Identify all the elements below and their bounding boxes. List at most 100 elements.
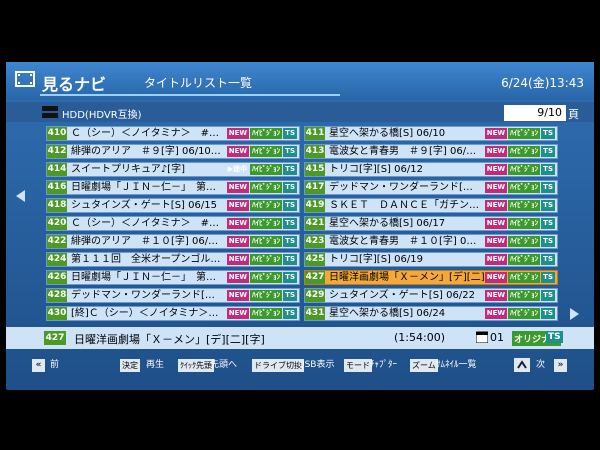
quick-start-label: 先頭へ bbox=[210, 360, 238, 370]
ts-badge: TS bbox=[541, 236, 555, 247]
prev-page-icon[interactable]: « bbox=[32, 359, 45, 372]
badges: NEW ﾊｲﾋﾞｼﾞｮﾝ TS bbox=[484, 236, 555, 247]
hd-badge: ﾊｲﾋﾞｼﾞｮﾝ bbox=[508, 272, 541, 283]
drive-switch-key[interactable]: ドライブ切換 bbox=[252, 359, 304, 372]
badges: NEW ﾊｲﾋﾞｼﾞｮﾝ TS bbox=[484, 290, 555, 301]
ts-badge: TS bbox=[283, 146, 297, 157]
title-item[interactable]: 417 デッドマン・ワンダーランド[… NEW ﾊｲﾋﾞｼﾞｮﾝ TS bbox=[304, 180, 558, 195]
title-item[interactable]: 429 シュタインズ・ゲート[S] 06/22 NEW ﾊｲﾋﾞｼﾞｮﾝ TS bbox=[304, 288, 558, 303]
title-item[interactable]: 410 Ｃ（シー）＜ノイタミナ＞ #… NEW ﾊｲﾋﾞｼﾞｮﾝ TS bbox=[46, 126, 300, 141]
badges: NEW ﾊｲﾋﾞｼﾞｮﾝ TS bbox=[484, 254, 555, 265]
title-item[interactable]: 431 星空へ架かる橋[S] 06/24 NEW ﾊｲﾋﾞｼﾞｮﾝ TS bbox=[304, 306, 558, 321]
badges: NEW ﾊｲﾋﾞｼﾞｮﾝ TS bbox=[484, 218, 555, 229]
page-unit: 頁 bbox=[568, 108, 579, 121]
badges: NEW ﾊｲﾋﾞｼﾞｮﾝ TS bbox=[226, 146, 297, 157]
hd-badge: ﾊｲﾋﾞｼﾞｮﾝ bbox=[508, 308, 541, 319]
badges: NEW ﾊｲﾋﾞｼﾞｮﾝ TS bbox=[226, 272, 297, 283]
hd-badge: ﾊｲﾋﾞｼﾞｮﾝ bbox=[250, 308, 283, 319]
tv-screen: 見るナビ タイトルリスト一覧 6/24(金)13:43 HDD(HDVR互換) … bbox=[6, 62, 594, 390]
title-number: 427 bbox=[305, 271, 325, 284]
badges: NEW ﾊｲﾋﾞｼﾞｮﾝ TS bbox=[226, 236, 297, 247]
quick-start-key[interactable]: ｸｲｯｸ先頭 bbox=[178, 359, 214, 372]
badges: NEW ﾊｲﾋﾞｼﾞｮﾝ TS bbox=[226, 218, 297, 229]
next-label: 次 bbox=[536, 360, 546, 370]
new-badge: NEW bbox=[484, 164, 508, 175]
ts-badge: TS bbox=[283, 272, 297, 283]
hd-badge: ﾊｲﾋﾞｼﾞｮﾝ bbox=[508, 164, 541, 175]
hd-badge: ﾊｲﾋﾞｼﾞｮﾝ bbox=[508, 128, 541, 139]
decide-key[interactable]: 決定 bbox=[120, 359, 140, 372]
title-text: シュタインズ・ゲート[S] 06/22 bbox=[329, 290, 475, 301]
app-name: 見るナビ bbox=[42, 75, 107, 94]
title-item[interactable]: 412 緋弾のアリア ＃９[字] 06/10… NEW ﾊｲﾋﾞｼﾞｮﾝ TS bbox=[46, 144, 300, 159]
title-item[interactable]: 430 [終]Ｃ（シー）＜ノイタミナ＞… NEW ﾊｲﾋﾞｼﾞｮﾝ TS bbox=[46, 306, 300, 321]
page-indicator: 9/10 bbox=[504, 105, 566, 121]
info-duration: (1:54:00) bbox=[394, 331, 445, 344]
title-number: 426 bbox=[47, 271, 67, 284]
hd-badge: ﾊｲﾋﾞｼﾞｮﾝ bbox=[508, 290, 541, 301]
ts-badge: TS bbox=[541, 272, 555, 283]
ts-badge: TS bbox=[283, 308, 297, 319]
ts-badge: TS bbox=[541, 146, 555, 157]
title-item[interactable]: 425 トリコ[字][S] 06/19 NEW ﾊｲﾋﾞｼﾞｮﾝ TS bbox=[304, 252, 558, 267]
title-item[interactable]: 415 トリコ[字][S] 06/12 NEW ﾊｲﾋﾞｼﾞｮﾝ TS bbox=[304, 162, 558, 177]
ts-badge: TS bbox=[541, 128, 555, 139]
playing-badge: ▶途中 bbox=[227, 165, 248, 173]
title-text: 電波女と青春男 ＃１０[字] 0… bbox=[329, 236, 477, 247]
title-item[interactable]: 426 日曜劇場「ＪＩＮ－仁－」 第… NEW ﾊｲﾋﾞｼﾞｮﾝ TS bbox=[46, 270, 300, 285]
mode-key[interactable]: モード bbox=[344, 359, 372, 372]
title-number: 422 bbox=[47, 235, 67, 248]
title-number: 415 bbox=[305, 163, 325, 176]
title-item[interactable]: 427 日曜洋画劇場「Ｘ－メン」[デ][二]… NEW ﾊｲﾋﾞｼﾞｮﾝ TS bbox=[304, 270, 558, 285]
title-item[interactable]: 411 星空へ架かる橋[S] 06/10 NEW ﾊｲﾋﾞｼﾞｮﾝ TS bbox=[304, 126, 558, 141]
decide-label: 再生 bbox=[146, 360, 165, 370]
new-badge: NEW bbox=[484, 272, 508, 283]
title-item[interactable]: 423 電波女と青春男 ＃１０[字] 0… NEW ﾊｲﾋﾞｼﾞｮﾝ TS bbox=[304, 234, 558, 249]
next-page-arrow[interactable] bbox=[570, 308, 579, 320]
title-number: 424 bbox=[47, 253, 67, 266]
title-number: 411 bbox=[305, 127, 325, 140]
next-page-icon[interactable]: » bbox=[554, 359, 567, 372]
title-item[interactable]: 428 デッドマン・ワンダーランド[… NEW ﾊｲﾋﾞｼﾞｮﾝ TS bbox=[46, 288, 300, 303]
title-item[interactable]: 413 電波女と青春男 ＃９[字] 06/… NEW ﾊｲﾋﾞｼﾞｮﾝ TS bbox=[304, 144, 558, 159]
badges: NEW ﾊｲﾋﾞｼﾞｮﾝ TS bbox=[226, 128, 297, 139]
screen-title: タイトルリスト一覧 bbox=[144, 76, 253, 90]
title-text: スイートプリキュア♪[字] bbox=[71, 164, 185, 175]
ts-badge: TS bbox=[541, 218, 555, 229]
title-number: 429 bbox=[305, 289, 325, 302]
title-item[interactable]: 421 星空へ架かる橋[S] 06/17 NEW ﾊｲﾋﾞｼﾞｮﾝ TS bbox=[304, 216, 558, 231]
hd-badge: ﾊｲﾋﾞｼﾞｮﾝ bbox=[250, 182, 283, 193]
ts-badge: TS bbox=[283, 200, 297, 211]
ts-badge: TS bbox=[546, 331, 563, 343]
badges: ▶途中 ﾊｲﾋﾞｼﾞｮﾝ TS bbox=[226, 164, 297, 175]
zoom-key[interactable]: ズーム bbox=[410, 359, 438, 372]
new-badge: NEW bbox=[226, 254, 250, 265]
new-badge: NEW bbox=[484, 146, 508, 157]
prev-page-arrow[interactable] bbox=[16, 190, 25, 202]
title-text: シュタインズ・ゲート[S] 06/15 bbox=[71, 200, 217, 211]
title-item[interactable]: 419 ＳＫＥＴ ＤＡＮＣＥ「ガチン… NEW ﾊｲﾋﾞｼﾞｮﾝ TS bbox=[304, 198, 558, 213]
title-text: トリコ[字][S] 06/12 bbox=[329, 164, 423, 175]
title-item[interactable]: 416 日曜劇場「ＪＩＮ－仁－」 第… NEW ﾊｲﾋﾞｼﾞｮﾝ TS bbox=[46, 180, 300, 195]
title-number: 417 bbox=[305, 181, 325, 194]
title-item[interactable]: 418 シュタインズ・ゲート[S] 06/15 NEW ﾊｲﾋﾞｼﾞｮﾝ TS bbox=[46, 198, 300, 213]
new-badge: NEW bbox=[226, 128, 250, 139]
mode-label: ﾁｬﾌﾟﾀｰ bbox=[370, 360, 398, 370]
title-text: 星空へ架かる橋[S] 06/10 bbox=[329, 128, 446, 139]
new-badge: NEW bbox=[484, 182, 508, 193]
title-item[interactable]: 424 第１１１回 全米オープンゴル… NEW ﾊｲﾋﾞｼﾞｮﾝ TS bbox=[46, 252, 300, 267]
drive-label: HDD(HDVR互換) bbox=[62, 110, 142, 121]
hd-badge: ﾊｲﾋﾞｼﾞｮﾝ bbox=[250, 272, 283, 283]
badges: NEW ﾊｲﾋﾞｼﾞｮﾝ TS bbox=[226, 290, 297, 301]
datetime: 6/24(金)13:43 bbox=[501, 76, 584, 90]
new-badge: NEW bbox=[226, 308, 250, 319]
title-item[interactable]: 422 緋弾のアリア ＃１０[字] 06/… NEW ﾊｲﾋﾞｼﾞｮﾝ TS bbox=[46, 234, 300, 249]
film-icon bbox=[15, 71, 35, 87]
title-item[interactable]: 420 Ｃ（シー）＜ノイタミナ＞ #… NEW ﾊｲﾋﾞｼﾞｮﾝ TS bbox=[46, 216, 300, 231]
info-number: 427 bbox=[44, 331, 66, 345]
title-item[interactable]: 414 スイートプリキュア♪[字] ▶途中 ﾊｲﾋﾞｼﾞｮﾝ TS bbox=[46, 162, 300, 177]
title-number: 420 bbox=[47, 217, 67, 230]
hd-badge: ﾊｲﾋﾞｼﾞｮﾝ bbox=[250, 236, 283, 247]
title-text: 緋弾のアリア ＃９[字] 06/10… bbox=[71, 146, 221, 157]
new-badge: NEW bbox=[484, 236, 508, 247]
